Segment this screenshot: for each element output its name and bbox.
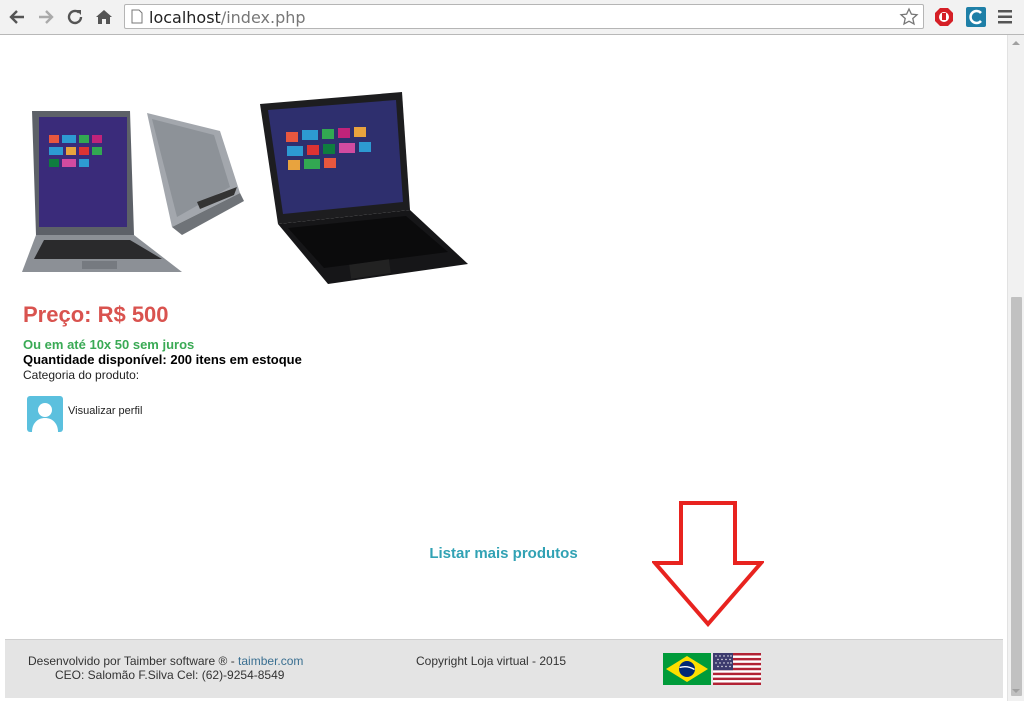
back-icon[interactable] [6, 6, 28, 28]
copyright-text: Copyright Loja virtual - 2015 [416, 654, 567, 668]
ceo-contact: CEO: Salomão F.Silva Cel: (62)-9254-8549 [55, 668, 285, 682]
vertical-scrollbar[interactable] [1007, 35, 1024, 701]
home-icon[interactable] [93, 6, 115, 28]
developer-credit: Desenvolvido por Taimber software ® - ta… [28, 654, 303, 668]
adblock-icon[interactable] [934, 7, 954, 27]
red-down-arrow-annotation [652, 501, 764, 627]
product-image-black-laptop[interactable] [258, 92, 470, 284]
scroll-down-arrow-icon[interactable] [1012, 689, 1020, 693]
page-icon [131, 9, 143, 24]
product-category: Categoria do produto: [23, 368, 140, 382]
brazil-flag-icon[interactable] [663, 653, 711, 685]
url-host: localhost [149, 8, 221, 27]
taimber-link[interactable]: taimber.com [238, 654, 303, 668]
user-icon[interactable] [27, 396, 63, 432]
view-profile-link[interactable]: Visualizar perfil [68, 405, 142, 417]
developer-credit-text: Desenvolvido por Taimber software ® - [28, 654, 239, 668]
product-installments: Ou em até 10x 50 sem juros [23, 337, 195, 352]
footer: Desenvolvido por Taimber software ® - ta… [5, 639, 1003, 698]
usa-flag-icon[interactable] [713, 653, 761, 685]
list-more-products-link[interactable]: Listar mais produtos [0, 545, 1007, 562]
scrollbar-thumb[interactable] [1011, 297, 1022, 696]
address-bar[interactable]: localhost/index.php [124, 4, 924, 29]
url-path: /index.php [220, 8, 306, 27]
menu-icon[interactable] [998, 9, 1012, 25]
forward-icon[interactable] [35, 6, 57, 28]
browser-toolbar: localhost/index.php [0, 0, 1024, 35]
extension-icon[interactable] [966, 7, 986, 27]
product-price: Preço: R$ 500 [23, 302, 169, 327]
page-viewport: Preço: R$ 500 Ou em até 10x 50 sem juros… [0, 35, 1007, 701]
scroll-up-arrow-icon[interactable] [1012, 41, 1020, 45]
product-quantity: Quantidade disponível: 200 itens em esto… [23, 352, 302, 367]
reload-icon[interactable] [64, 6, 86, 28]
product-image-silver-laptop[interactable] [22, 107, 244, 272]
url-text: localhost/index.php [149, 8, 306, 27]
star-icon[interactable] [899, 7, 919, 27]
